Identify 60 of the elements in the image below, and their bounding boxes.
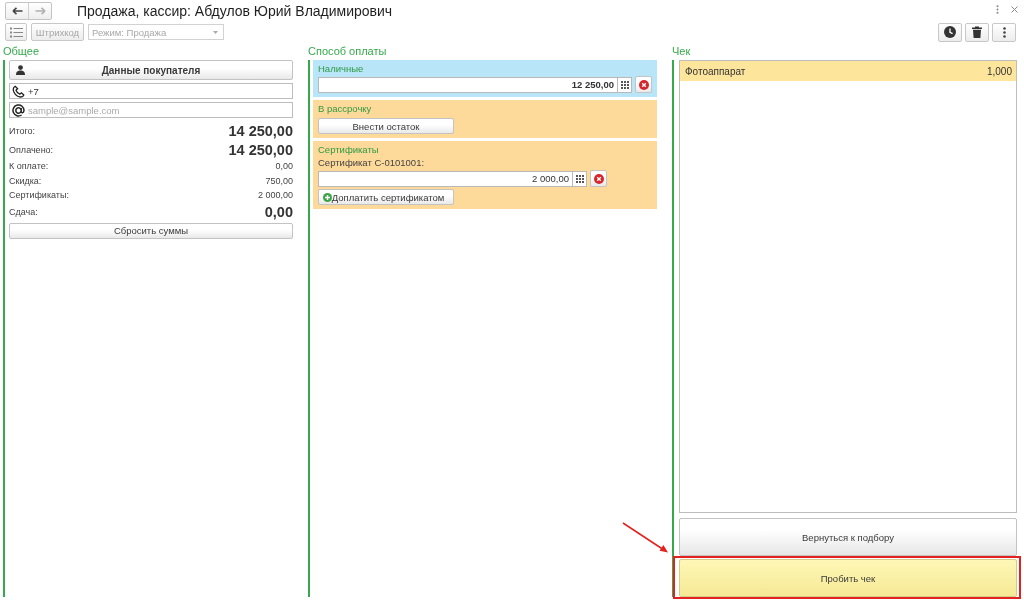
payment-method-title: Сертификаты bbox=[318, 144, 379, 155]
phone-field[interactable]: +7 bbox=[9, 83, 293, 99]
more-button[interactable] bbox=[992, 22, 1016, 42]
payment-method-panel[interactable]: Сертификаты Сертификат С-0101001: 2 000,00 Доплатить сертификатом bbox=[313, 141, 657, 209]
total-value: 0,00 bbox=[275, 161, 293, 172]
keypad-icon bbox=[620, 80, 629, 89]
at-sign-icon bbox=[12, 103, 25, 117]
right-arrow-icon bbox=[34, 7, 46, 15]
total-label: К оплате: bbox=[9, 161, 49, 172]
total-label: Оплачено: bbox=[9, 144, 54, 155]
certificate-label: Сертификат С-0101001: bbox=[318, 157, 425, 168]
total-value: 14 250,00 bbox=[228, 141, 293, 158]
phone-icon bbox=[12, 84, 25, 98]
payment-action-button[interactable]: Внести остаток bbox=[318, 118, 454, 134]
reset-button[interactable]: Сбросить суммы bbox=[9, 222, 293, 239]
person-icon bbox=[16, 65, 25, 75]
calculator-button[interactable] bbox=[573, 170, 587, 187]
more-icon bbox=[1002, 26, 1006, 38]
payment-method-title: Наличные bbox=[318, 63, 364, 74]
payment-method-panel[interactable]: В рассрочку Внести остаток bbox=[313, 100, 657, 138]
close-icon[interactable] bbox=[1011, 6, 1018, 13]
plus-icon bbox=[323, 193, 332, 202]
section-heading: Чек bbox=[672, 45, 691, 58]
list-icon bbox=[9, 26, 23, 38]
calculator-button[interactable] bbox=[618, 76, 632, 93]
payment-method-title: В рассрочку bbox=[318, 103, 372, 114]
amount-field[interactable]: 12 250,00 bbox=[318, 76, 618, 93]
total-value: 2 000,00 bbox=[257, 190, 293, 201]
trash-icon bbox=[971, 26, 983, 38]
total-label: Скидка: bbox=[9, 175, 42, 186]
clear-button[interactable] bbox=[590, 170, 607, 187]
clear-icon bbox=[638, 79, 649, 90]
clock-icon bbox=[944, 26, 956, 38]
item-quantity: 1,000 bbox=[986, 65, 1012, 77]
total-label: Сдача: bbox=[9, 207, 38, 217]
window-title: Продажа, кассир: Абдулов Юрий Владимирович bbox=[77, 2, 393, 19]
section-heading: Общее bbox=[3, 45, 40, 58]
return-button[interactable]: Вернуться к подбору bbox=[679, 518, 1017, 556]
pointer-arrow bbox=[621, 521, 669, 554]
customer-data-button[interactable]: Данные покупателя bbox=[9, 60, 293, 80]
caret-icon bbox=[213, 30, 218, 34]
section-heading: Способ оплаты bbox=[308, 45, 387, 58]
clear-button[interactable] bbox=[635, 76, 652, 93]
left-arrow-icon bbox=[11, 7, 23, 15]
total-value: 14 250,00 bbox=[228, 122, 293, 139]
total-label: Итого: bbox=[9, 125, 36, 136]
payment-method-panel[interactable]: Наличные 12 250,00 bbox=[313, 60, 657, 97]
history-button[interactable] bbox=[938, 22, 962, 42]
clear-icon bbox=[593, 173, 604, 184]
more-icon[interactable] bbox=[996, 5, 999, 14]
total-value: 0,00 bbox=[264, 204, 293, 220]
payment-action-button[interactable]: Доплатить сертификатом bbox=[318, 189, 454, 205]
receipt-row[interactable]: Фотоаппарат 1,000 bbox=[680, 61, 1016, 81]
keypad-icon bbox=[575, 174, 584, 183]
delete-button[interactable] bbox=[965, 22, 989, 42]
print-receipt-button[interactable]: Пробить чек bbox=[679, 559, 1017, 597]
amount-field[interactable]: 2 000,00 bbox=[318, 170, 573, 187]
total-value: 750,00 bbox=[265, 175, 293, 186]
total-label: Сертификаты: bbox=[9, 190, 69, 201]
item-name: Фотоаппарат bbox=[685, 65, 746, 77]
